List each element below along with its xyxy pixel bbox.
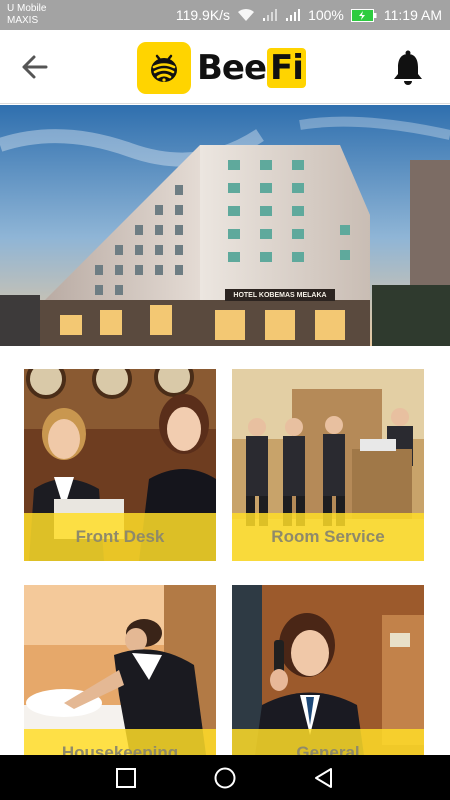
system-back-button[interactable] (312, 766, 336, 790)
status-bar: U Mobile MAXIS 119.9K/s 100% 11:19 AM (0, 0, 450, 30)
square-icon (116, 768, 136, 788)
service-tile-housekeeping[interactable]: Housekeeping (24, 585, 216, 777)
app-screen: U Mobile MAXIS 119.9K/s 100% 11:19 AM Be… (0, 0, 450, 800)
network-speed: 119.9K/s (175, 7, 231, 23)
bee-logo-icon (137, 42, 191, 94)
service-tile-front-desk[interactable]: Front Desk (24, 369, 216, 561)
service-tile-general[interactable]: General (232, 585, 424, 777)
bell-icon (394, 50, 422, 85)
logo-wordmark: Bee Fi (197, 48, 306, 88)
logo-text-fi: Fi (267, 48, 306, 88)
carrier-info: U Mobile MAXIS (7, 3, 46, 27)
clock: 11:19 AM (383, 7, 442, 23)
system-nav-bar (0, 755, 450, 800)
arrow-left-icon (22, 55, 48, 79)
front-desk-label-bar: Front Desk (24, 513, 216, 561)
circle-icon (214, 767, 236, 789)
triangle-back-icon (315, 768, 332, 788)
carrier-network: MAXIS (7, 15, 39, 26)
wifi-icon (238, 8, 255, 21)
app-bar: Bee Fi (0, 30, 450, 104)
back-button[interactable] (20, 54, 50, 80)
status-icons: 119.9K/s 100% 11:19 AM (176, 0, 442, 30)
signal-weak-icon (263, 9, 278, 21)
carrier-name: U Mobile (7, 3, 47, 14)
notifications-button[interactable] (390, 48, 426, 88)
recent-apps-button[interactable] (114, 766, 138, 790)
hotel-hero-image: HOTEL KOBEMAS MELAKA (0, 105, 450, 346)
signal-strong-icon (286, 9, 301, 21)
beefi-logo: Bee Fi (137, 42, 306, 94)
hotel-sign-text: HOTEL KOBEMAS MELAKA (233, 292, 327, 299)
room-service-label-bar: Room Service (232, 513, 424, 561)
battery-percent: 100% (308, 7, 344, 23)
room-service-label: Room Service (271, 527, 385, 546)
logo-text-bee: Bee (197, 48, 267, 88)
battery-icon (350, 8, 377, 22)
home-button[interactable] (213, 766, 237, 790)
front-desk-label: Front Desk (75, 527, 165, 546)
service-tile-room-service[interactable]: Room Service (232, 369, 424, 561)
